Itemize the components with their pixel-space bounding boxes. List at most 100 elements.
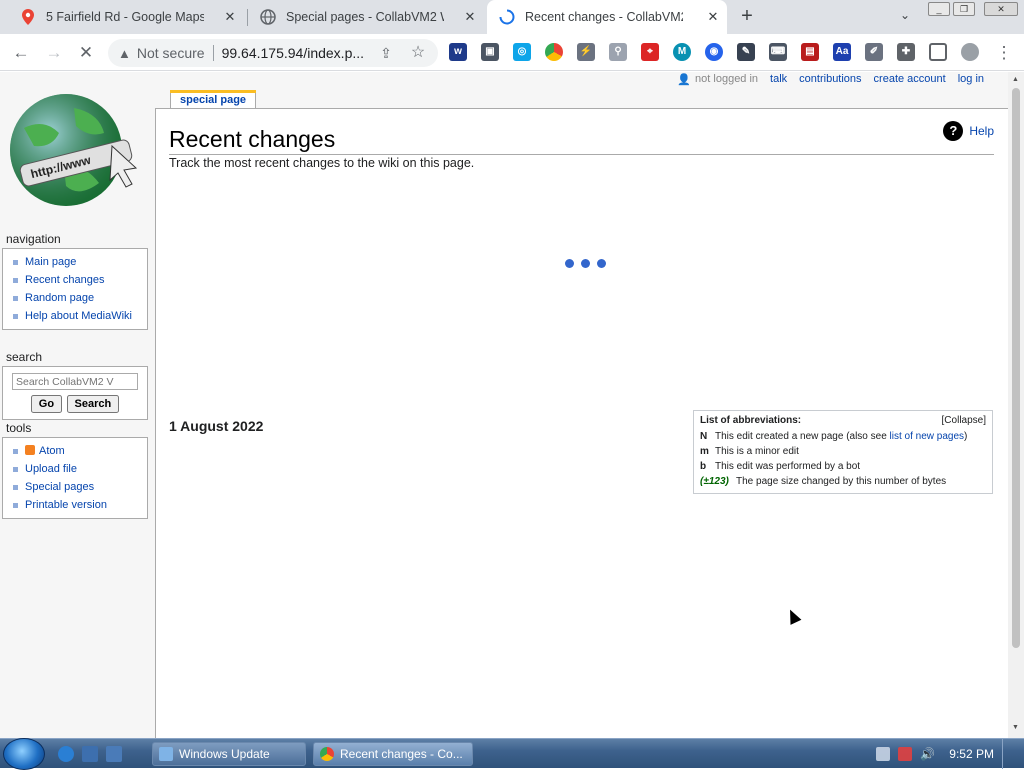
extension-icon[interactable]: ✎ — [737, 43, 755, 61]
page-title: Recent changes — [169, 126, 336, 152]
share-icon[interactable]: ⇪ — [375, 42, 397, 64]
taskbar-label: Windows Update — [179, 747, 270, 761]
tool-atom[interactable]: Atom — [11, 442, 141, 460]
nav-help-about-mediawiki[interactable]: Help about MediaWiki — [11, 307, 141, 325]
clock[interactable]: 9:52 PM — [949, 747, 994, 761]
abbr-text: The page size changed by this number of … — [736, 476, 947, 487]
tab-google-maps[interactable]: 5 Fairfield Rd - Google Maps ✕ — [8, 0, 244, 34]
avatar[interactable] — [961, 43, 979, 61]
loading-dots-icon — [565, 259, 606, 268]
extension-icon[interactable]: w — [449, 43, 467, 61]
abbreviations-title: List of abbreviations: — [700, 415, 802, 426]
tab-title: Special pages - CollabVM2 Wiki — [286, 10, 444, 24]
abbr-text: This edit was performed by a bot — [715, 461, 861, 472]
chrome-icon — [320, 747, 334, 761]
page-scrollbar[interactable]: ▲ ▼ — [1008, 72, 1024, 738]
stop-button[interactable]: ✕ — [75, 42, 97, 64]
security-alert-icon[interactable] — [898, 747, 913, 761]
menu-icon[interactable]: ⋮ — [993, 42, 1015, 64]
search-input[interactable] — [12, 373, 138, 390]
close-icon[interactable]: ✕ — [222, 9, 238, 25]
back-button[interactable]: ← — [10, 42, 32, 64]
switch-windows-icon[interactable] — [106, 746, 122, 762]
sidepanel-icon[interactable] — [929, 43, 947, 61]
show-desktop-button[interactable] — [1002, 739, 1016, 769]
help-icon: ? — [943, 121, 964, 141]
taskbar-chrome[interactable]: Recent changes - Co... — [313, 742, 473, 766]
ie-icon[interactable] — [58, 746, 74, 762]
contributions-link[interactable]: contributions — [799, 73, 861, 86]
abbr-text: This is a minor edit — [715, 446, 799, 457]
nav-main-page[interactable]: Main page — [11, 253, 141, 271]
keyboard-icon[interactable]: ⌨ — [769, 43, 787, 61]
navigation-portlet: navigation Main page Recent changes Rand… — [2, 232, 148, 330]
go-button[interactable]: Go — [30, 395, 63, 413]
close-icon[interactable]: ✕ — [705, 9, 721, 25]
nav-recent-changes[interactable]: Recent changes — [11, 271, 141, 289]
new-tab-button[interactable]: + — [736, 6, 758, 28]
network-icon[interactable] — [876, 747, 891, 761]
navigation-heading: navigation — [6, 232, 61, 246]
tool-upload-file[interactable]: Upload file — [11, 460, 141, 478]
extension-icon[interactable] — [545, 43, 563, 61]
rss-icon — [25, 445, 35, 455]
extension-icon[interactable]: ▤ — [801, 43, 819, 61]
close-window-button[interactable]: ✕ — [984, 2, 1018, 16]
close-icon[interactable]: ✕ — [462, 9, 478, 25]
tab-special-pages[interactable]: Special pages - CollabVM2 Wiki ✕ — [248, 0, 484, 34]
extension-icon[interactable]: ◉ — [705, 43, 723, 61]
tools-heading: tools — [6, 421, 32, 435]
warning-icon: ▲ — [118, 45, 131, 61]
tab-recent-changes[interactable]: Recent changes - CollabVM2 Wiki ✕ — [487, 0, 727, 34]
minimize-button[interactable]: _ — [928, 2, 950, 16]
security-label: Not secure — [136, 45, 205, 61]
restore-button[interactable]: ❐ — [953, 2, 975, 16]
puzzle-icon[interactable]: ✚ — [897, 43, 915, 61]
wiki-logo[interactable] — [4, 88, 150, 212]
search-portlet: search Go Search — [2, 350, 148, 420]
abbreviations-legend: List of abbreviations: [Collapse] N This e… — [693, 410, 993, 494]
extension-icon[interactable]: Aa — [833, 43, 851, 61]
not-logged-in: not logged in — [695, 73, 759, 85]
special-page-tab[interactable]: special page — [170, 90, 257, 108]
loading-spinner-icon — [499, 9, 515, 25]
edit-icon[interactable]: ✐ — [865, 43, 883, 61]
chevron-down-icon[interactable]: ⌄ — [896, 8, 914, 26]
extension-icon[interactable]: M — [673, 43, 691, 61]
abbr-key: m — [700, 446, 709, 457]
extension-icon[interactable]: ⚡ — [577, 43, 595, 61]
talk-link[interactable]: talk — [770, 73, 787, 86]
tools-portlet: tools Atom Upload file Special pages Pri… — [2, 421, 148, 519]
taskbar-windows-update[interactable]: Windows Update — [152, 742, 306, 766]
browser-tab-strip: 5 Fairfield Rd - Google Maps ✕ Special p… — [0, 0, 1024, 34]
abbr-key: (±123) — [700, 476, 729, 487]
abbr-key: N — [700, 431, 708, 442]
help-label: Help — [969, 124, 994, 138]
tool-special-pages[interactable]: Special pages — [11, 478, 141, 496]
volume-icon[interactable]: 🔊 — [920, 747, 935, 761]
show-desktop-icon[interactable] — [82, 746, 98, 762]
forward-button[interactable]: → — [43, 42, 65, 64]
nav-random-page[interactable]: Random page — [11, 289, 141, 307]
page-lead: Track the most recent changes to the wik… — [169, 156, 475, 170]
log-in-link[interactable]: log in — [958, 73, 984, 86]
taskbar-label: Recent changes - Co... — [340, 747, 463, 761]
user-icon: 👤 — [677, 74, 692, 86]
extension-icon[interactable]: ▣ — [481, 43, 499, 61]
extension-icon[interactable]: ◎ — [513, 43, 531, 61]
tool-printable-version[interactable]: Printable version — [11, 496, 141, 514]
main-content: Recent changes ? Help Track the most rece… — [155, 108, 1008, 738]
wiki-page: 👤 not logged in talk contributions creat… — [0, 72, 1024, 738]
start-button[interactable] — [3, 738, 45, 770]
search-button[interactable]: Search — [66, 395, 120, 413]
collapse-button[interactable]: [Collapse] — [942, 415, 986, 426]
extension-icon[interactable]: ⌖ — [641, 43, 659, 61]
create-account-link[interactable]: create account — [874, 73, 946, 86]
search-heading: search — [6, 350, 43, 364]
url-text: 99.64.175.94/index.p... — [221, 45, 365, 61]
help-link[interactable]: ? Help — [943, 121, 994, 141]
extension-icon[interactable]: ⚲ — [609, 43, 627, 61]
system-tray: 🔊 9:52 PM — [876, 739, 1016, 769]
bookmark-star-icon[interactable]: ☆ — [407, 42, 429, 64]
list-of-new-pages-link[interactable]: list of new pages — [890, 431, 965, 442]
